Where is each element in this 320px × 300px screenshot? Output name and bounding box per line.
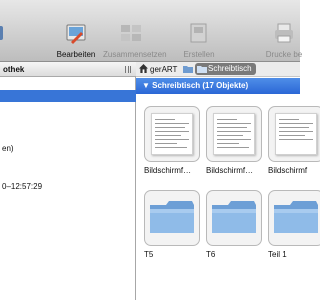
compose-icon — [121, 25, 141, 41]
create-icon — [190, 23, 207, 43]
selected-library-row[interactable] — [0, 90, 136, 102]
toolbar-button-partial[interactable]: en — [0, 18, 22, 60]
print-button-label: Drucke be — [265, 50, 303, 59]
partial-icon — [0, 26, 3, 40]
create-button[interactable]: Erstellen — [171, 18, 227, 60]
group-header[interactable]: ▼ Schreibtisch (17 Objekte) — [136, 78, 300, 94]
file-name: Bildschirmf — [268, 166, 308, 175]
folder-thumbnail — [144, 190, 200, 246]
breadcrumb-current-label: Schreibtisch — [208, 64, 252, 73]
breadcrumb: gerART Schreibtisch — [136, 62, 300, 77]
print-icon — [275, 23, 293, 43]
home-icon — [139, 64, 148, 73]
folder-icon — [150, 201, 194, 233]
print-button[interactable]: Drucke be — [256, 18, 312, 60]
browser-pane: gerART Schreibtisch ▼ Schreibtisch (17 O… — [136, 62, 320, 300]
compose-button-label: Zusammensetzen — [103, 50, 167, 59]
folder-icon — [197, 66, 207, 73]
breadcrumb-home[interactable]: gerART — [139, 64, 177, 75]
library-header-label: othek — [3, 65, 25, 74]
breadcrumb-home-label: gerART — [150, 65, 178, 74]
folder-icon — [274, 201, 318, 233]
breadcrumb-current[interactable]: Schreibtisch — [195, 63, 256, 75]
compose-button[interactable]: Zusammensetzen — [103, 18, 167, 60]
create-button-label: Erstellen — [183, 50, 215, 59]
edit-button[interactable]: Bearbeiten — [48, 18, 104, 60]
file-thumbnail — [268, 106, 320, 162]
toolbar: en Bearbeiten Zusammensetzen Erstellen D… — [0, 0, 302, 62]
file-name: Bildschirmf… — [206, 166, 254, 175]
column-resize-handle-icon[interactable] — [125, 66, 131, 73]
file-thumbnail — [206, 106, 262, 162]
toolbar-button-label: en — [0, 50, 22, 59]
folder-name: T6 — [206, 250, 216, 259]
document-icon — [213, 113, 255, 155]
file-name: Bildschirmf… — [144, 166, 192, 175]
edit-icon — [66, 24, 86, 44]
folder-thumbnail — [206, 190, 262, 246]
document-icon — [151, 113, 193, 155]
folder-name: T5 — [144, 250, 154, 259]
info-line: 0–12:57:29 — [2, 182, 43, 191]
library-pane: othek en) 0–12:57:29 — [0, 62, 136, 300]
folder-thumbnail — [268, 190, 320, 246]
library-header: othek — [0, 62, 136, 77]
folder-path-icon — [183, 66, 193, 73]
file-thumbnail — [144, 106, 200, 162]
folder-icon — [212, 201, 256, 233]
folder-name: Teil 1 — [268, 250, 287, 259]
info-line: en) — [2, 144, 14, 153]
document-icon — [275, 113, 317, 155]
edit-button-label: Bearbeiten — [56, 50, 96, 59]
